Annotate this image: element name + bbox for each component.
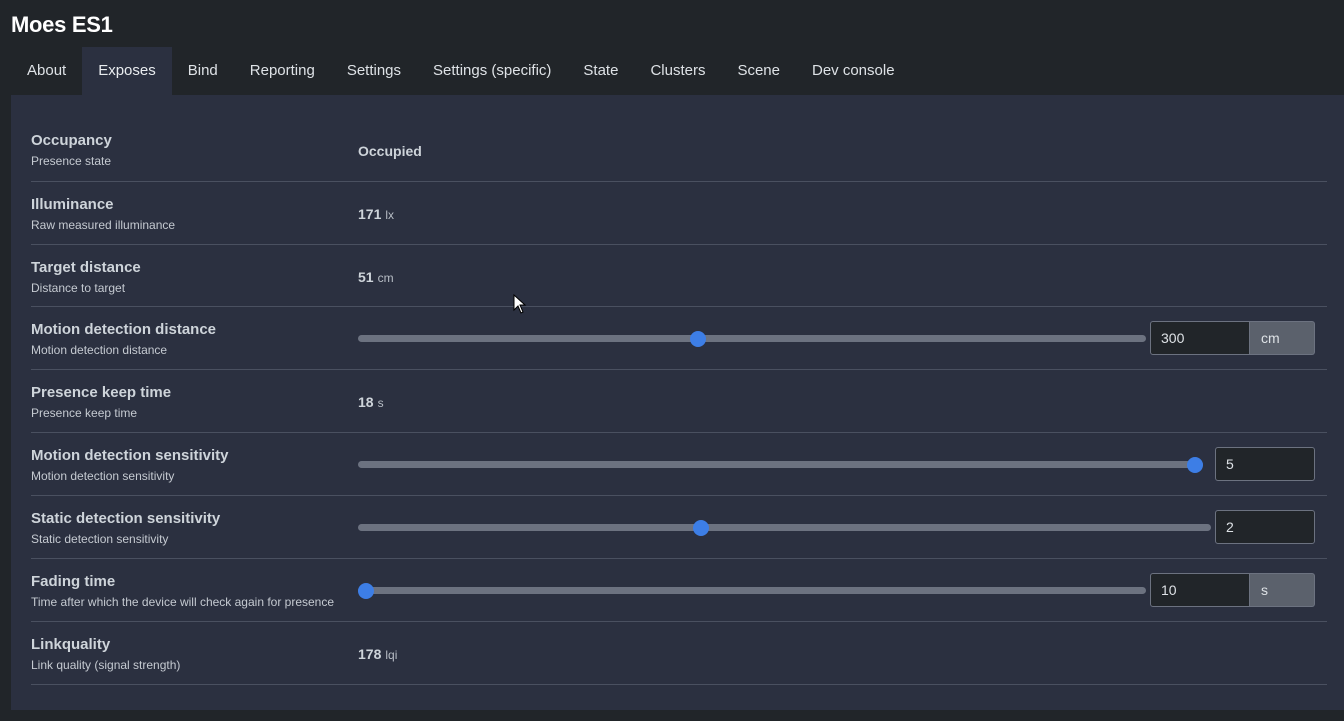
expose-title: Target distance	[31, 259, 141, 276]
value-unit: lqi	[385, 648, 398, 662]
motion-detection-distance-slider[interactable]	[358, 330, 1146, 347]
expose-label: Presence keep time Presence keep time	[31, 384, 171, 420]
tab-state[interactable]: State	[567, 47, 634, 95]
expose-label: Illuminance Raw measured illuminance	[31, 196, 175, 232]
unit-addon: cm	[1250, 321, 1315, 355]
motion-detection-sensitivity-input[interactable]: 5	[1215, 447, 1315, 481]
expose-row-static-detection-sensitivity: Static detection sensitivity Static dete…	[31, 496, 1327, 559]
expose-row-illuminance: Illuminance Raw measured illuminance 171…	[31, 182, 1327, 245]
value-unit: cm	[377, 271, 394, 285]
tab-clusters[interactable]: Clusters	[634, 47, 721, 95]
slider-thumb[interactable]	[358, 582, 374, 599]
tab-exposes[interactable]: Exposes	[82, 47, 172, 95]
value-unit: lx	[385, 208, 395, 222]
motion-detection-distance-input[interactable]: 300	[1150, 321, 1250, 355]
fading-time-input[interactable]: 10	[1150, 573, 1250, 607]
expose-description: Motion detection sensitivity	[31, 469, 175, 483]
expose-title: Motion detection sensitivity	[31, 447, 229, 464]
tab-about[interactable]: About	[11, 47, 82, 95]
expose-label: Linkquality Link quality (signal strengt…	[31, 636, 180, 672]
value-number: 18	[358, 394, 374, 410]
expose-row-target-distance: Target distance Distance to target 51 cm	[31, 245, 1327, 307]
expose-label: Static detection sensitivity Static dete…	[31, 510, 220, 546]
expose-title: Occupancy	[31, 132, 112, 149]
expose-label: Motion detection sensitivity Motion dete…	[31, 447, 229, 483]
value-number: 178	[358, 646, 382, 662]
expose-title: Illuminance	[31, 196, 114, 213]
mouse-cursor-icon	[513, 294, 527, 314]
expose-description: Time after which the device will check a…	[31, 595, 335, 609]
presence-keep-time-value: 18 s	[358, 394, 384, 410]
expose-row-fading-time: Fading time Time after which the device …	[31, 559, 1327, 622]
expose-description: Link quality (signal strength)	[31, 658, 181, 672]
unit-addon: s	[1250, 573, 1315, 607]
exposes-list: Occupancy Presence state Occupied Illumi…	[31, 117, 1327, 685]
slider-thumb[interactable]	[692, 519, 709, 536]
expose-title: Motion detection distance	[31, 321, 217, 338]
tab-settings[interactable]: Settings	[331, 47, 417, 95]
occupancy-value: Occupied	[358, 143, 422, 159]
tab-bind[interactable]: Bind	[172, 47, 234, 95]
expose-description: Motion detection distance	[31, 343, 168, 357]
value-unit: s	[377, 396, 384, 410]
static-detection-sensitivity-input[interactable]: 2	[1215, 510, 1315, 544]
expose-label: Fading time Time after which the device …	[31, 573, 334, 609]
app-title: Moes ES1	[11, 12, 113, 37]
value-number: 51	[358, 269, 374, 285]
fading-time-slider[interactable]	[358, 582, 1146, 599]
expose-label: Target distance Distance to target	[31, 259, 141, 295]
exposes-panel: Occupancy Presence state Occupied Illumi…	[11, 95, 1344, 710]
tab-dev-console[interactable]: Dev console	[796, 47, 911, 95]
motion-detection-sensitivity-slider[interactable]	[358, 456, 1203, 473]
expose-row-linkquality: Linkquality Link quality (signal strengt…	[31, 622, 1327, 685]
expose-description: Distance to target	[31, 281, 126, 295]
slider-thumb[interactable]	[1187, 456, 1203, 473]
expose-description: Raw measured illuminance	[31, 218, 176, 232]
expose-row-presence-keep-time: Presence keep time Presence keep time 18…	[31, 370, 1327, 433]
tab-settings-specific[interactable]: Settings (specific)	[417, 47, 567, 95]
expose-label: Occupancy Presence state	[31, 132, 112, 168]
static-detection-sensitivity-slider[interactable]	[358, 519, 1211, 536]
illuminance-value: 171 lx	[358, 206, 394, 222]
expose-row-motion-detection-distance: Motion detection distance Motion detecti…	[31, 307, 1327, 370]
slider-thumb[interactable]	[689, 330, 706, 347]
expose-title: Static detection sensitivity	[31, 510, 221, 527]
expose-row-occupancy: Occupancy Presence state Occupied	[31, 117, 1327, 182]
expose-description: Static detection sensitivity	[31, 532, 169, 546]
expose-description: Presence keep time	[31, 406, 138, 420]
expose-title: Presence keep time	[31, 384, 172, 401]
value-number: 171	[358, 206, 382, 222]
tab-bar: About Exposes Bind Reporting Settings Se…	[11, 47, 911, 95]
target-distance-value: 51 cm	[358, 269, 394, 285]
linkquality-value: 178 lqi	[358, 646, 397, 662]
expose-label: Motion detection distance Motion detecti…	[31, 321, 216, 357]
tab-reporting[interactable]: Reporting	[234, 47, 331, 95]
expose-title: Fading time	[31, 573, 116, 590]
tab-scene[interactable]: Scene	[721, 47, 796, 95]
expose-description: Presence state	[31, 154, 112, 168]
expose-title: Linkquality	[31, 636, 111, 653]
expose-row-motion-detection-sensitivity: Motion detection sensitivity Motion dete…	[31, 433, 1327, 496]
